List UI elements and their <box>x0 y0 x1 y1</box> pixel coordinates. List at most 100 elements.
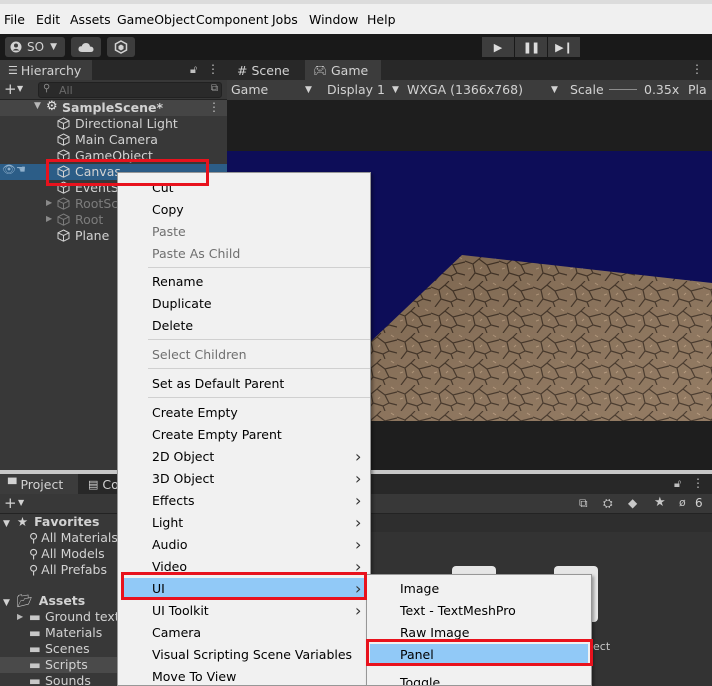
folder-icon: ▬ <box>29 673 41 686</box>
scale-slider[interactable] <box>609 89 637 90</box>
menu-assets[interactable]: Assets <box>70 12 111 27</box>
context-menu-item[interactable]: Audio <box>152 537 188 552</box>
context-menu-item[interactable]: Move To View <box>152 669 236 684</box>
gameobject-cube-icon <box>57 165 70 178</box>
pause-icon: ❚❚ <box>522 40 540 54</box>
context-menu-item[interactable]: Create Empty Parent <box>152 427 282 442</box>
tab-hierarchy[interactable]: ☰ Hierarchy <box>0 60 92 80</box>
pause-button[interactable]: ❚❚ <box>515 37 547 57</box>
context-menu-item[interactable]: Light <box>152 515 183 530</box>
ui-submenu-item[interactable]: Toggle <box>400 675 440 685</box>
asset-folder-label: Sounds <box>45 673 91 686</box>
hidden-packages-icon[interactable]: ø <box>679 496 686 509</box>
collab-button[interactable] <box>107 37 135 57</box>
context-menu-item[interactable]: 3D Object <box>152 471 214 486</box>
context-menu-item[interactable]: Delete <box>152 318 193 333</box>
menu-help[interactable]: Help <box>367 12 396 27</box>
menu-bar: File Edit Assets GameObject Component Jo… <box>0 0 712 36</box>
search-by-type-icon[interactable]: ⧉ <box>579 496 588 511</box>
assets-header[interactable]: ▼ 📂︎ Assets <box>3 593 85 609</box>
menu-file[interactable]: File <box>4 12 25 27</box>
chevron-right-icon[interactable]: ▶ <box>17 612 23 621</box>
resolution-dropdown[interactable]: WXGA (1366x768) <box>407 82 523 97</box>
context-menu-item[interactable]: Rename <box>152 274 203 289</box>
chevron-down-icon[interactable]: ▼ <box>392 85 399 95</box>
scale-label: Scale <box>570 82 604 97</box>
tab-console[interactable]: ▤ Co <box>80 474 120 494</box>
hierarchy-search-input[interactable]: ⚲ All ⧉ <box>38 82 222 98</box>
favorite-item[interactable]: ⚲ All Materials <box>29 530 118 545</box>
display-dropdown[interactable]: Display 1 <box>327 82 385 97</box>
ui-submenu-item[interactable]: Panel <box>400 647 434 662</box>
filter-by-type-icon[interactable]: ⛭︎ <box>603 496 613 511</box>
ui-submenu-item[interactable]: Raw Image <box>400 625 469 640</box>
cloud-button[interactable] <box>71 37 101 57</box>
assets-title: Assets <box>38 593 86 608</box>
chevron-down-icon[interactable]: ▼ <box>305 85 312 95</box>
context-menu-item[interactable]: Effects <box>152 493 195 508</box>
context-menu-item[interactable]: Video <box>152 559 187 574</box>
scene-row[interactable]: ▼ ⚙︎ SampleScene* ⋮ <box>0 99 227 116</box>
favorites-header[interactable]: ▼ ★ Favorites <box>3 514 99 529</box>
chevron-right-icon: › <box>355 491 362 510</box>
hierarchy-item[interactable]: Main Camera <box>0 132 227 148</box>
chevron-down-icon[interactable]: ▼ <box>34 101 41 111</box>
context-menu-item[interactable]: Camera <box>152 625 201 640</box>
favorites-title: Favorites <box>34 514 100 529</box>
chevron-right-icon[interactable]: ▶ <box>46 214 52 223</box>
tab-game[interactable]: 🎮︎ Game <box>305 60 381 80</box>
tab-project[interactable]: ▀ Project <box>0 474 78 494</box>
favorite-item[interactable]: ⚲ All Prefabs <box>29 562 107 577</box>
menu-edit[interactable]: Edit <box>36 12 60 27</box>
play-focus-dropdown[interactable]: Pla <box>688 82 707 97</box>
cloud-icon <box>78 42 94 52</box>
label-icon[interactable]: ◆ <box>628 496 637 510</box>
account-button[interactable]: SO ▼ <box>5 37 65 57</box>
visibility-eye-icon[interactable]: 👁︎ <box>2 163 16 176</box>
chevron-down-icon[interactable]: ▼ <box>551 85 558 95</box>
context-menu-item[interactable]: 2D Object <box>152 449 214 464</box>
chevron-right-icon[interactable]: ▶ <box>46 198 52 207</box>
add-icon[interactable]: + <box>4 494 17 512</box>
ui-submenu: Image Text - TextMeshPro Raw Image Panel Tog… <box>366 574 592 686</box>
context-menu-item[interactable]: Duplicate <box>152 296 212 311</box>
pickable-hand-icon[interactable]: ☚ <box>16 163 26 176</box>
hierarchy-item[interactable]: Directional Light <box>0 116 227 132</box>
favorite-item[interactable]: ⚲ All Models <box>29 546 105 561</box>
more-options-icon[interactable]: ⋮ <box>207 62 219 76</box>
play-button[interactable]: ▶ <box>482 37 514 57</box>
gamepad-icon: 🎮︎ <box>313 63 327 77</box>
chevron-down-icon[interactable]: ▼ <box>17 84 23 93</box>
menu-jobs[interactable]: Jobs <box>272 12 298 27</box>
ui-submenu-item[interactable]: Image <box>400 581 439 596</box>
game-mode-dropdown[interactable]: Game <box>231 82 268 97</box>
favorite-item-label: All Prefabs <box>41 562 108 577</box>
folder-open-icon: 📂︎ <box>16 593 33 608</box>
context-menu-item[interactable]: UI <box>152 581 165 596</box>
folder-icon: ▬ <box>29 641 41 656</box>
context-menu-item[interactable]: UI Toolkit <box>152 603 209 618</box>
lock-icon[interactable]: 🔓︎ <box>190 63 197 77</box>
filter-icon[interactable]: ⧉ <box>211 83 218 94</box>
context-menu-item[interactable]: Set as Default Parent <box>152 376 284 391</box>
tab-scene[interactable]: # Scene <box>229 60 303 80</box>
step-button[interactable]: ▶❙ <box>548 37 580 57</box>
context-menu-item[interactable]: Cut <box>152 180 174 195</box>
context-menu-item[interactable]: Create Empty <box>152 405 238 420</box>
menu-component[interactable]: Component <box>196 12 269 27</box>
tab-hierarchy-label: Hierarchy <box>20 62 82 78</box>
ui-submenu-item[interactable]: Text - TextMeshPro <box>400 603 516 618</box>
add-icon[interactable]: + <box>4 80 17 98</box>
more-options-icon[interactable]: ⋮ <box>208 100 220 114</box>
menu-gameobject[interactable]: GameObject <box>117 12 195 27</box>
lock-icon[interactable]: 🔓︎ <box>674 477 681 491</box>
context-menu-item[interactable]: Visual Scripting Scene Variables <box>152 647 352 662</box>
asset-name[interactable]: ect <box>593 640 610 653</box>
favorite-star-icon[interactable]: ★ <box>654 495 666 510</box>
chevron-down-icon[interactable]: ▼ <box>18 498 24 507</box>
context-menu-item[interactable]: Copy <box>152 202 184 217</box>
more-options-icon[interactable]: ⋮ <box>692 476 704 490</box>
menu-window[interactable]: Window <box>309 12 358 27</box>
hierarchy-item[interactable]: GameObject <box>0 148 227 164</box>
more-options-icon[interactable]: ⋮ <box>691 62 703 76</box>
